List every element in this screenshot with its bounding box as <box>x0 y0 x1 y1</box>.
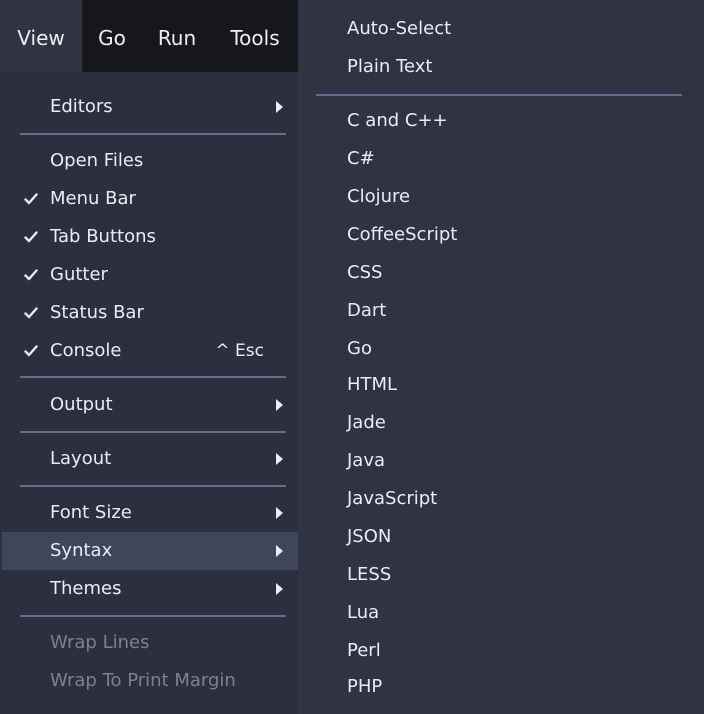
syntax-item-label: Lua <box>347 602 380 623</box>
syntax-submenu: Auto-Select Plain Text C and C++ C# Cloj… <box>298 0 704 714</box>
separator <box>20 485 286 487</box>
submenu-arrow-icon <box>276 507 283 519</box>
syntax-item-label: HTML <box>347 374 398 395</box>
checkmark-icon <box>22 256 40 294</box>
submenu-arrow-icon <box>276 583 283 595</box>
syntax-item-c-and-cpp[interactable]: C and C++ <box>298 102 704 140</box>
checkmark-icon <box>22 180 40 218</box>
menu-item-font-size[interactable]: Font Size <box>0 494 298 532</box>
syntax-item-label: CSS <box>347 262 383 283</box>
checkmark-icon <box>22 294 40 332</box>
menu-item-wrap-to-print-margin: Wrap To Print Margin <box>0 662 298 700</box>
syntax-item-perl[interactable]: Perl <box>298 632 704 670</box>
menu-item-label: Font Size <box>50 502 132 523</box>
syntax-item-label: CoffeeScript <box>347 224 458 245</box>
view-menu: Editors Open Files Menu Bar Tab Buttons … <box>0 72 298 714</box>
syntax-item-coffeescript[interactable]: CoffeeScript <box>298 216 704 254</box>
menu-go[interactable]: Go <box>82 0 142 72</box>
checkmark-icon <box>22 218 40 256</box>
menu-item-label: Output <box>50 394 113 415</box>
syntax-item-lua[interactable]: Lua <box>298 594 704 632</box>
syntax-item-label: LESS <box>347 564 392 585</box>
menu-item-open-files[interactable]: Open Files <box>0 142 298 180</box>
menu-item-wrap-lines: Wrap Lines <box>0 624 298 662</box>
menu-tools[interactable]: Tools <box>212 0 298 72</box>
submenu-arrow-icon <box>276 101 283 113</box>
syntax-item-auto-select[interactable]: Auto-Select <box>298 10 704 48</box>
syntax-item-less[interactable]: LESS <box>298 556 704 594</box>
syntax-item-label: JSON <box>347 526 392 547</box>
syntax-item-label: Perl <box>347 640 381 661</box>
menu-item-label: Wrap To Print Margin <box>50 670 236 691</box>
syntax-item-go[interactable]: Go <box>298 330 704 368</box>
syntax-item-label: Dart <box>347 300 387 321</box>
keyboard-shortcut: ^ Esc <box>215 341 264 361</box>
syntax-item-label: PHP <box>347 676 383 697</box>
menu-item-label: Gutter <box>50 264 108 285</box>
syntax-item-css[interactable]: CSS <box>298 254 704 292</box>
menu-item-tab-buttons[interactable]: Tab Buttons <box>0 218 298 256</box>
separator <box>20 615 286 617</box>
syntax-item-php[interactable]: PHP <box>298 668 704 706</box>
menu-item-label: Tab Buttons <box>50 226 156 247</box>
separator <box>20 431 286 433</box>
menu-item-label: Syntax <box>50 540 113 561</box>
syntax-item-label: Jade <box>347 412 386 433</box>
syntax-item-java[interactable]: Java <box>298 442 704 480</box>
menu-item-label: Menu Bar <box>50 188 136 209</box>
menu-item-layout[interactable]: Layout <box>0 440 298 478</box>
separator <box>20 133 286 135</box>
menu-view[interactable]: View <box>0 0 82 72</box>
menu-item-label: Layout <box>50 448 112 469</box>
menu-item-label: Open Files <box>50 150 144 171</box>
syntax-item-label: Auto-Select <box>347 18 452 39</box>
menu-item-status-bar[interactable]: Status Bar <box>0 294 298 332</box>
menu-item-output[interactable]: Output <box>0 386 298 424</box>
syntax-item-jade[interactable]: Jade <box>298 404 704 442</box>
syntax-item-json[interactable]: JSON <box>298 518 704 556</box>
menu-item-label: Status Bar <box>50 302 144 323</box>
syntax-item-plain-text[interactable]: Plain Text <box>298 48 704 86</box>
syntax-item-label: Go <box>347 338 372 359</box>
syntax-item-label: C# <box>347 148 375 169</box>
syntax-item-clojure[interactable]: Clojure <box>298 178 704 216</box>
menu-item-label: Themes <box>50 578 122 599</box>
separator <box>20 376 286 378</box>
menu-run[interactable]: Run <box>142 0 212 72</box>
syntax-item-label: Plain Text <box>347 56 433 77</box>
syntax-item-label: Clojure <box>347 186 411 207</box>
checkmark-icon <box>22 332 40 370</box>
menu-item-editors[interactable]: Editors <box>0 88 298 126</box>
submenu-arrow-icon <box>276 453 283 465</box>
menu-item-syntax[interactable]: Syntax <box>2 532 298 570</box>
menu-item-label: Editors <box>50 96 113 117</box>
syntax-item-html[interactable]: HTML <box>298 366 704 404</box>
submenu-arrow-icon <box>276 545 283 557</box>
menu-item-console[interactable]: Console ^ Esc <box>0 332 298 370</box>
menu-item-label: Wrap Lines <box>50 632 150 653</box>
menu-item-gutter[interactable]: Gutter <box>0 256 298 294</box>
syntax-item-csharp[interactable]: C# <box>298 140 704 178</box>
syntax-item-label: C and C++ <box>347 110 448 131</box>
syntax-item-javascript[interactable]: JavaScript <box>298 480 704 518</box>
separator <box>316 94 682 96</box>
menu-item-label: Console <box>50 340 122 361</box>
menu-item-menu-bar[interactable]: Menu Bar <box>0 180 298 218</box>
submenu-arrow-icon <box>276 399 283 411</box>
syntax-item-label: JavaScript <box>347 488 438 509</box>
syntax-item-dart[interactable]: Dart <box>298 292 704 330</box>
menu-item-themes[interactable]: Themes <box>0 570 298 608</box>
syntax-item-label: Java <box>347 450 386 471</box>
menu-bar: View Go Run Tools <box>0 0 298 72</box>
